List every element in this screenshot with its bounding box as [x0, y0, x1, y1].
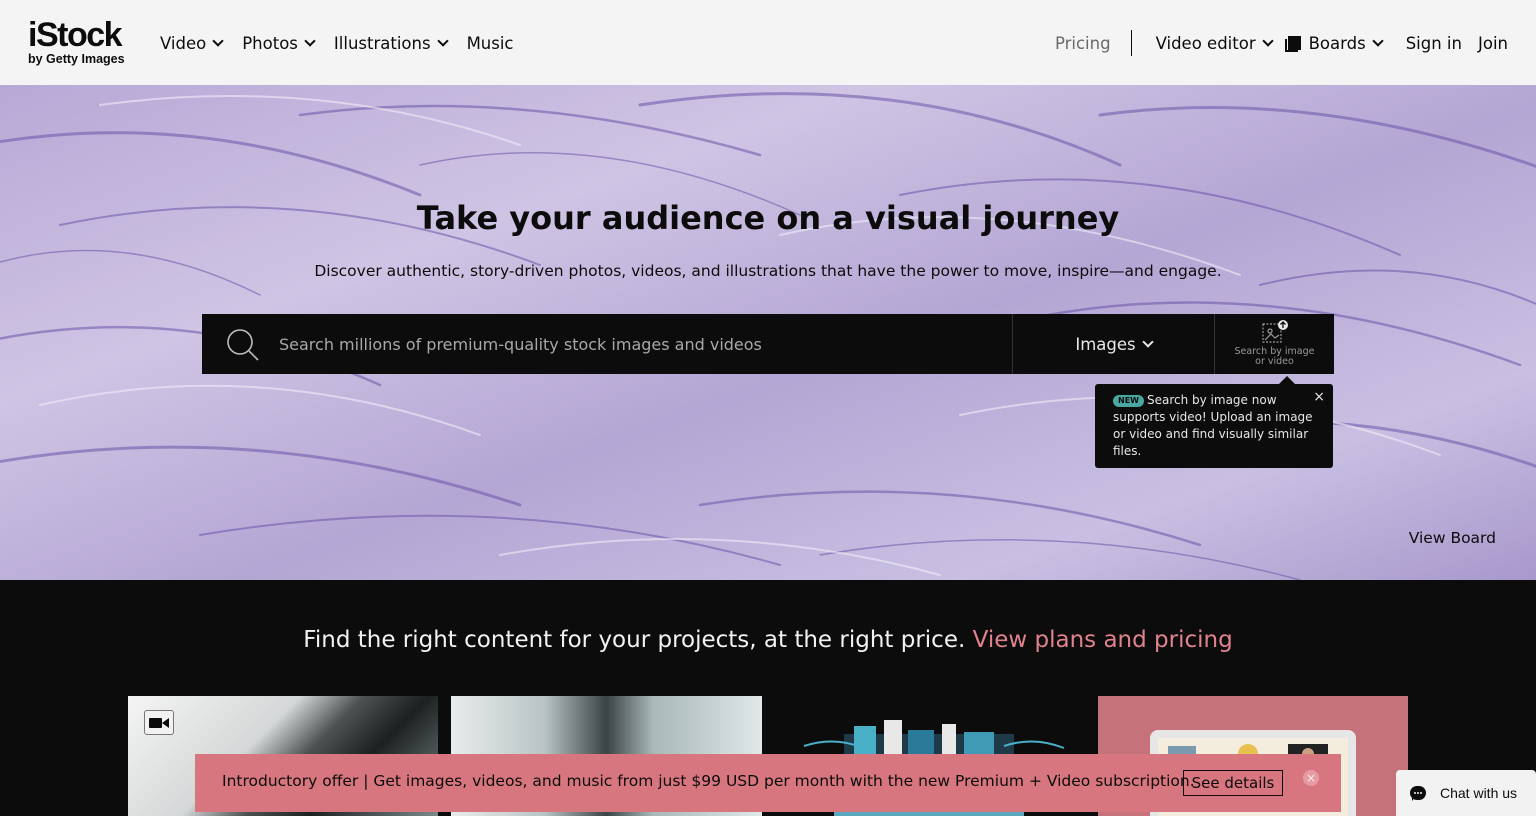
nav-music-label: Music — [466, 33, 514, 53]
nav-boards[interactable]: Boards — [1284, 30, 1384, 56]
chevron-down-icon — [1372, 34, 1384, 47]
nav-video-editor[interactable]: Video editor — [1155, 30, 1274, 56]
nav-illustrations-label: Illustrations — [333, 33, 431, 53]
nav-boards-label: Boards — [1308, 33, 1366, 53]
new-badge: NEW — [1113, 395, 1144, 407]
see-details-button[interactable]: See details — [1183, 770, 1283, 796]
chat-icon — [1410, 786, 1426, 801]
site-header: iStock by Getty Images Video Photos Illu… — [0, 0, 1536, 85]
chevron-down-icon — [1261, 34, 1274, 47]
logo-sub-text: by Getty Images — [28, 52, 125, 66]
search-by-image-button[interactable]: Search by image or video — [1214, 314, 1334, 374]
account-nav: Pricing Video editor Boards Sign in Join — [1055, 30, 1508, 56]
banner-text: Introductory offer | Get images, videos,… — [222, 772, 1195, 790]
search-by-image-icon — [1261, 320, 1288, 343]
nav-video[interactable]: Video — [160, 30, 224, 56]
chat-widget-button[interactable]: Chat with us — [1396, 770, 1536, 816]
chat-label: Chat with us — [1440, 785, 1518, 801]
nav-photos-label: Photos — [242, 33, 298, 53]
search-input[interactable] — [264, 314, 1004, 374]
promo-text: Find the right content for your projects… — [303, 627, 966, 653]
board-icon — [1284, 36, 1301, 52]
close-icon[interactable]: × — [1313, 389, 1325, 406]
istock-logo[interactable]: iStock by Getty Images — [28, 18, 138, 68]
main-nav: Video Photos Illustrations Music — [160, 30, 534, 56]
hero-title: Take your audience on a visual journey — [416, 199, 1120, 237]
view-plans-link[interactable]: View plans and pricing — [973, 627, 1233, 653]
hero-subtitle: Discover authentic, story-driven photos,… — [314, 262, 1222, 280]
search-by-image-tooltip: NEW Search by image now supports video! U… — [1095, 376, 1333, 468]
chevron-down-icon — [304, 34, 316, 47]
nav-video-label: Video — [160, 33, 207, 53]
nav-music[interactable]: Music — [467, 30, 514, 56]
sign-in-link[interactable]: Sign in — [1406, 30, 1462, 56]
nav-illustrations[interactable]: Illustrations — [333, 30, 449, 56]
search-type-select[interactable]: Images — [1012, 314, 1214, 374]
hero-section: Take your audience on a visual journey D… — [0, 85, 1536, 580]
nav-video-editor-label: Video editor — [1155, 33, 1256, 53]
search-icon[interactable] — [224, 326, 260, 362]
nav-pricing[interactable]: Pricing — [1055, 30, 1111, 56]
chevron-down-icon — [436, 34, 449, 47]
nav-photos[interactable]: Photos — [242, 30, 316, 56]
join-link[interactable]: Join — [1478, 30, 1508, 56]
video-camera-icon — [144, 710, 174, 735]
search-by-image-label: Search by image or video — [1234, 346, 1315, 367]
chevron-down-icon — [212, 34, 224, 47]
nav-divider — [1130, 30, 1132, 56]
search-type-label: Images — [1075, 334, 1136, 354]
search-bar: Images Search by image or video — [202, 314, 1334, 374]
promo-headline: Find the right content for your projects… — [0, 627, 1536, 653]
chevron-down-icon — [1141, 335, 1154, 348]
close-icon[interactable]: × — [1303, 770, 1319, 786]
view-board-link[interactable]: View Board — [1409, 529, 1496, 547]
intro-offer-banner: Introductory offer | Get images, videos,… — [195, 754, 1341, 812]
logo-main-text: iStock — [28, 16, 123, 54]
